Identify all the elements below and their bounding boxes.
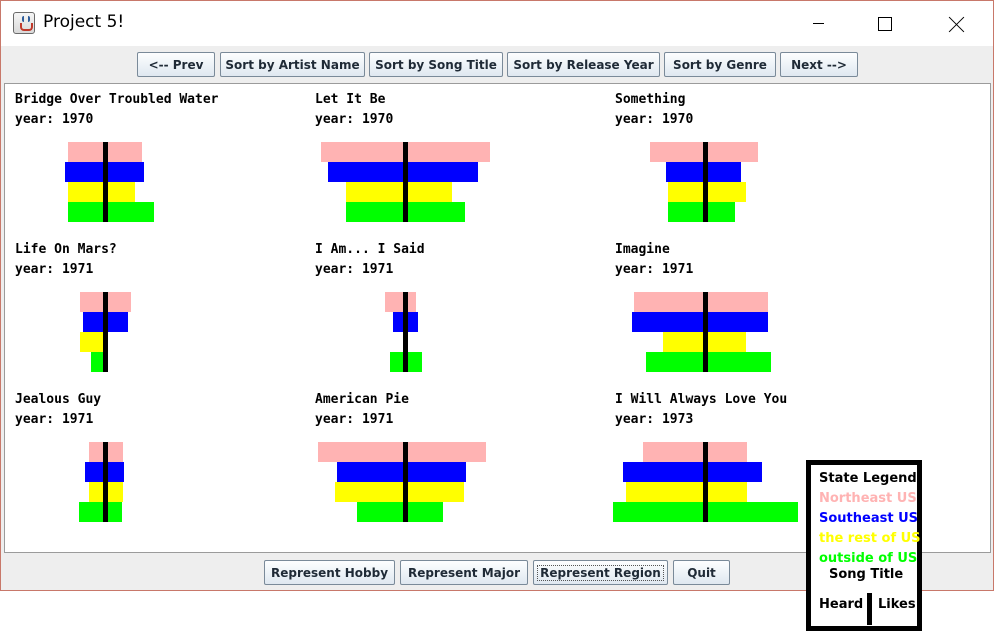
- app-window: Project 5! <-- Prev Sort by Artist Name …: [0, 0, 994, 631]
- song-title: Bridge Over Troubled Water: [15, 92, 219, 107]
- bar-outside: [668, 202, 735, 222]
- bar-rest: [68, 182, 135, 202]
- window-title: Project 5!: [43, 12, 125, 32]
- glyph-panel: State Legend Northeast US Southeast US t…: [4, 83, 991, 631]
- song-title: Let It Be: [315, 92, 386, 107]
- represent-hobby-label: Represent Hobby: [270, 565, 389, 580]
- heard-likes-divider: [103, 292, 108, 372]
- bar-outside: [68, 202, 154, 222]
- heard-likes-divider: [403, 292, 408, 372]
- java-app-icon[interactable]: [13, 12, 35, 34]
- sort-title-button[interactable]: Sort by Song Title: [369, 52, 503, 77]
- close-icon: [949, 16, 965, 32]
- song-title: Jealous Guy: [15, 392, 102, 407]
- bar-southeast: [337, 462, 466, 482]
- heard-likes-divider: [703, 442, 708, 522]
- represent-hobby-button[interactable]: Represent Hobby: [264, 560, 395, 585]
- song-glyph: Something year: 1970: [605, 84, 895, 224]
- song-title: Something: [615, 92, 686, 107]
- sort-genre-button[interactable]: Sort by Genre: [664, 52, 776, 77]
- bar-northeast: [643, 442, 747, 462]
- minimize-icon: [812, 23, 824, 24]
- sort-artist-label: Sort by Artist Name: [225, 57, 360, 72]
- song-year: year: 1970: [615, 112, 694, 127]
- song-year: year: 1971: [15, 262, 94, 277]
- close-button[interactable]: [934, 1, 980, 46]
- bar-outside: [79, 502, 122, 522]
- bar-southeast: [623, 462, 762, 482]
- sort-year-button[interactable]: Sort by Release Year: [507, 52, 660, 77]
- represent-region-label: Represent Region: [537, 564, 664, 581]
- heard-likes-divider: [703, 142, 708, 222]
- song-year: year: 1971: [615, 262, 694, 277]
- heard-likes-divider: [403, 142, 408, 222]
- song-glyph: Imagine year: 1971: [605, 234, 895, 374]
- minimize-button[interactable]: [795, 1, 841, 46]
- quit-button-label: Quit: [687, 565, 716, 580]
- legend-rest: the rest of US: [819, 531, 921, 546]
- maximize-button[interactable]: [862, 1, 908, 46]
- bar-outside: [646, 352, 771, 372]
- song-year: year: 1971: [315, 412, 394, 427]
- song-glyph: American Pie year: 1971: [305, 384, 595, 524]
- song-year: year: 1970: [15, 112, 94, 127]
- legend-divider: [867, 593, 872, 625]
- prev-button[interactable]: <-- Prev: [137, 52, 215, 77]
- title-bar[interactable]: Project 5!: [1, 1, 993, 46]
- sort-genre-label: Sort by Genre: [673, 57, 767, 72]
- bar-northeast: [634, 292, 768, 312]
- song-glyph: Bridge Over Troubled Water year: 1970: [5, 84, 295, 224]
- quit-button[interactable]: Quit: [673, 560, 730, 585]
- represent-major-label: Represent Major: [407, 565, 521, 580]
- song-year: year: 1973: [615, 412, 694, 427]
- sort-title-label: Sort by Song Title: [375, 57, 497, 72]
- next-button[interactable]: Next -->: [780, 52, 858, 77]
- bar-rest: [335, 482, 464, 502]
- next-button-label: Next -->: [791, 57, 847, 72]
- maximize-icon: [878, 16, 892, 31]
- heard-likes-divider: [103, 142, 108, 222]
- song-glyph: Let It Be year: 1970: [305, 84, 595, 224]
- song-title: American Pie: [315, 392, 409, 407]
- bar-southeast: [632, 312, 768, 332]
- song-title: Life On Mars?: [15, 242, 117, 257]
- song-year: year: 1970: [315, 112, 394, 127]
- bar-rest: [346, 182, 452, 202]
- legend-song-title: Song Title: [829, 567, 904, 582]
- song-glyph: Life On Mars? year: 1971: [5, 234, 295, 374]
- represent-region-button[interactable]: Represent Region: [533, 560, 668, 585]
- song-year: year: 1971: [15, 412, 94, 427]
- bar-northeast: [385, 292, 416, 312]
- song-glyph: I Am... I Said year: 1971: [305, 234, 595, 374]
- sort-year-label: Sort by Release Year: [513, 57, 654, 72]
- heard-likes-divider: [103, 442, 108, 522]
- song-title: Imagine: [615, 242, 670, 257]
- song-title: I Will Always Love You: [615, 392, 788, 407]
- legend-outside: outside of US: [819, 551, 918, 566]
- song-glyph: I Will Always Love You year: 1973: [605, 384, 895, 524]
- bar-northeast: [318, 442, 486, 462]
- song-year: year: 1971: [315, 262, 394, 277]
- bar-rest: [626, 482, 747, 502]
- represent-major-button[interactable]: Represent Major: [400, 560, 528, 585]
- song-glyph: Jealous Guy year: 1971: [5, 384, 295, 524]
- song-title: I Am... I Said: [315, 242, 425, 257]
- heard-likes-divider: [403, 442, 408, 522]
- sort-artist-button[interactable]: Sort by Artist Name: [220, 52, 365, 77]
- legend-likes: Likes: [878, 597, 916, 612]
- bar-outside: [357, 502, 443, 522]
- heard-likes-divider: [703, 292, 708, 372]
- prev-button-label: <-- Prev: [148, 57, 204, 72]
- legend-heard: Heard: [819, 597, 864, 612]
